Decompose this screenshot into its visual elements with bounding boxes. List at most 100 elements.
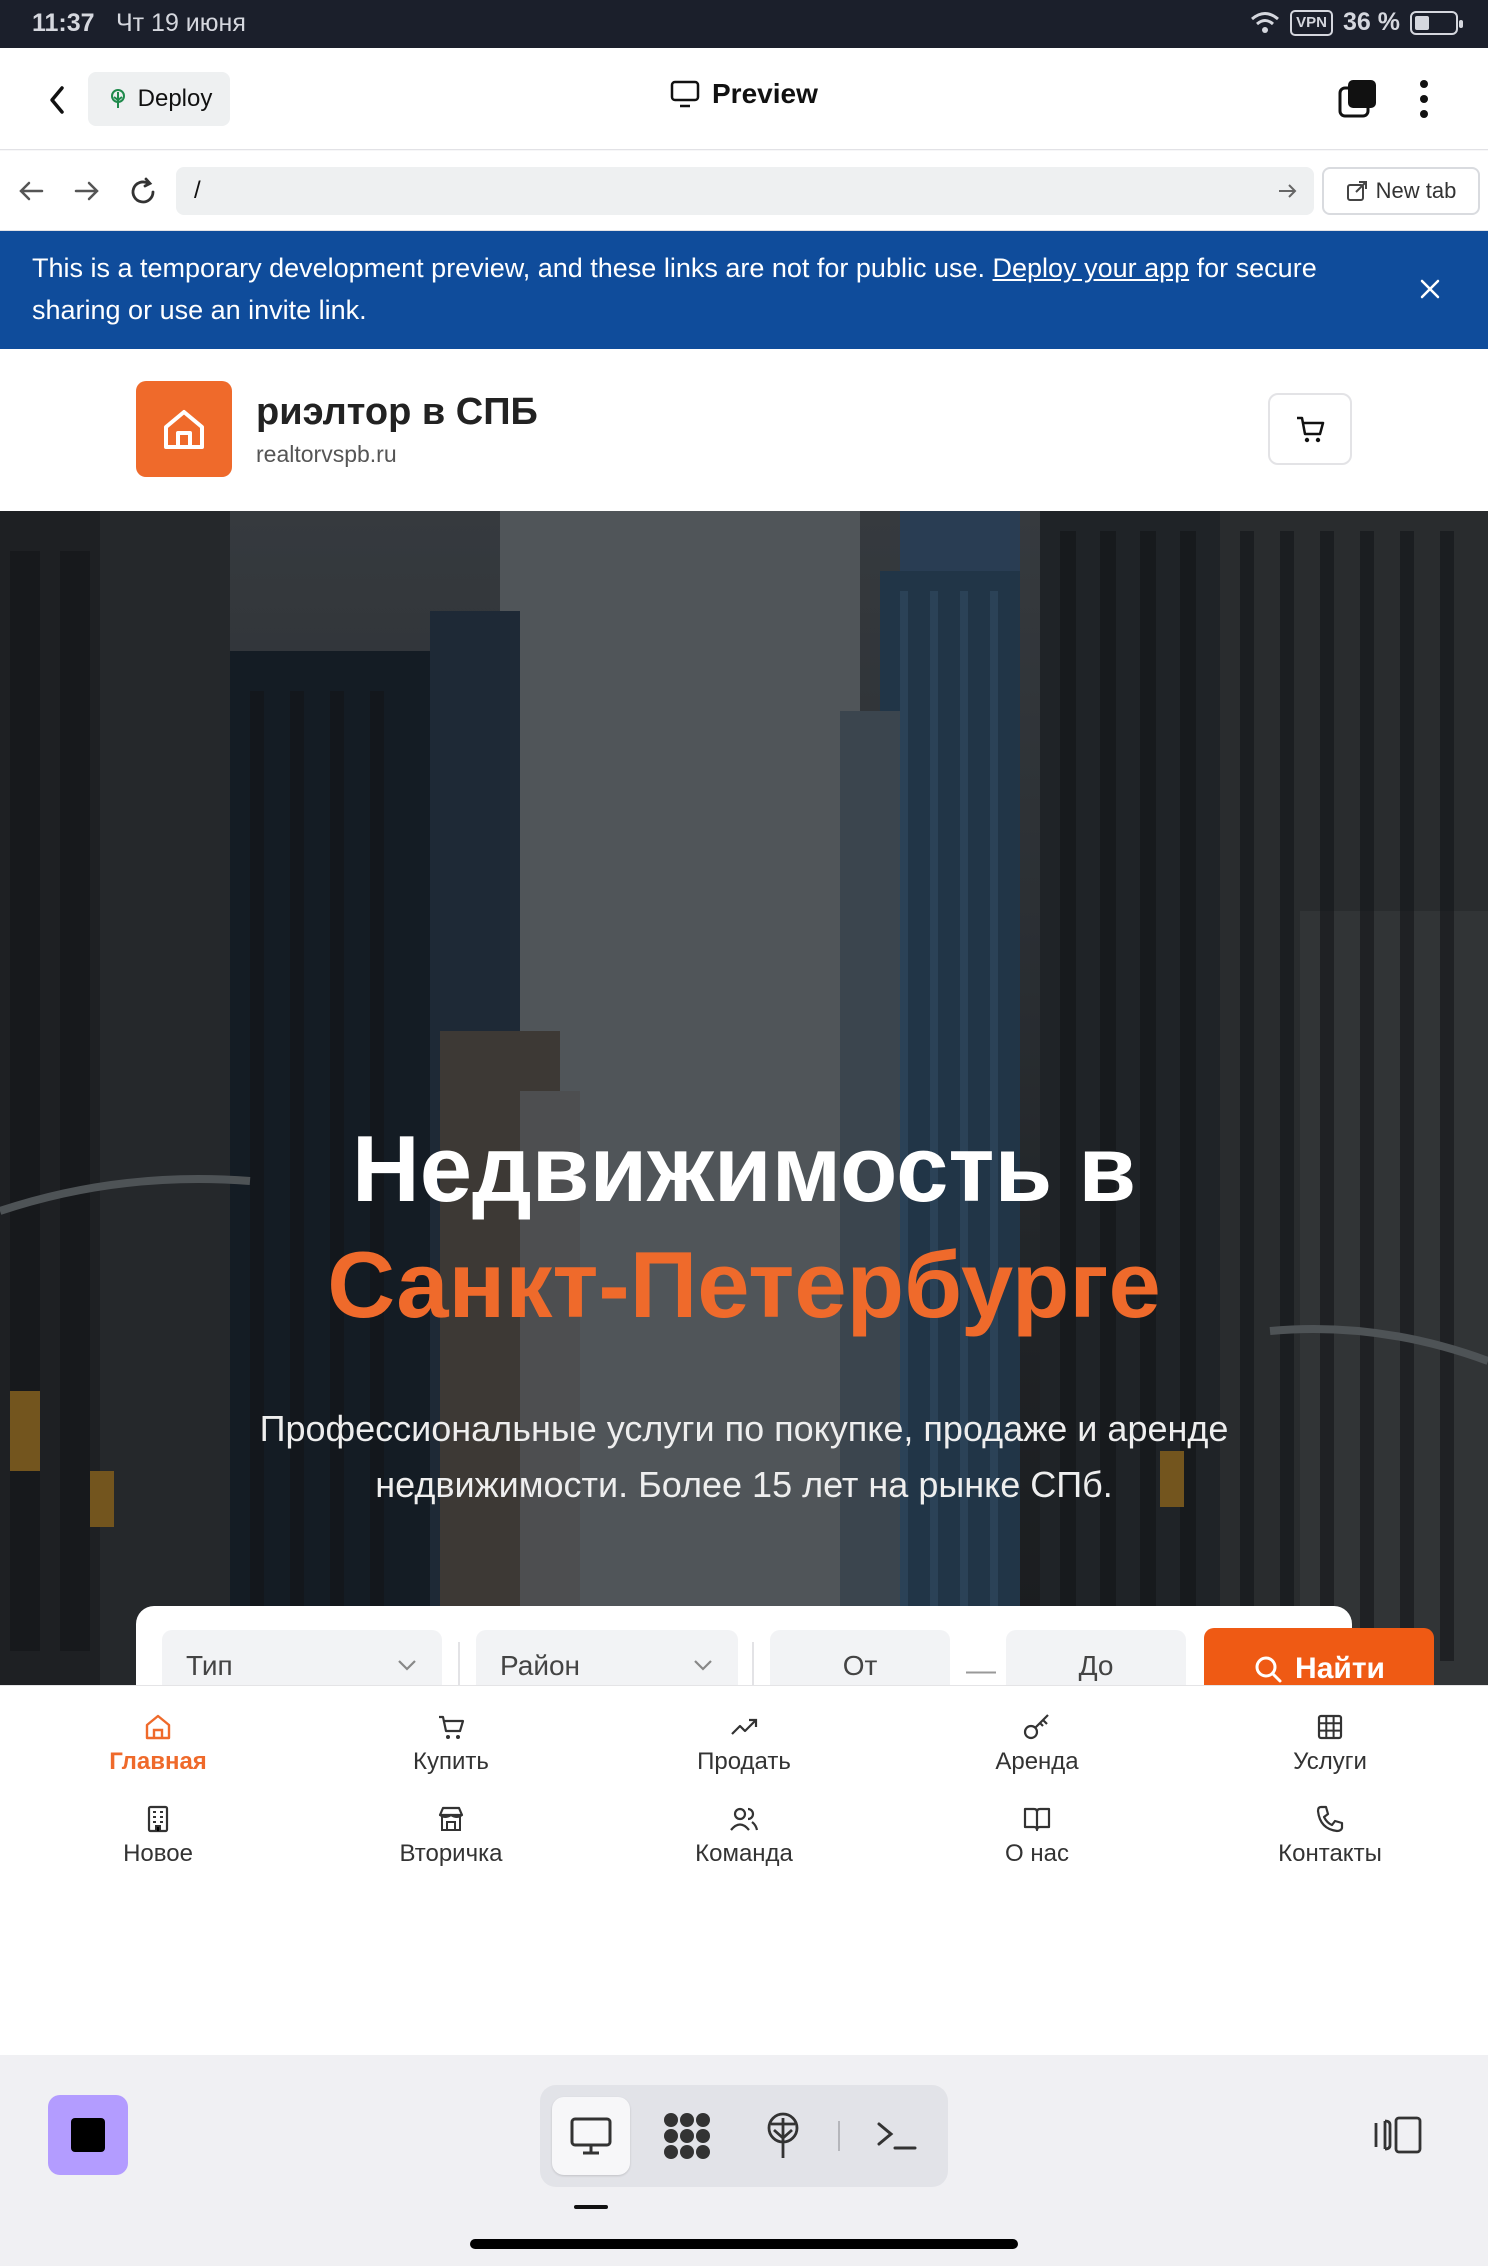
search-icon (1255, 1656, 1282, 1683)
status-indicators: VPN 36 % (1250, 8, 1463, 37)
browser-back-button[interactable] (16, 177, 46, 205)
stop-icon (71, 2118, 105, 2152)
home-icon (145, 1714, 171, 1740)
users-icon (730, 1807, 759, 1831)
district-select[interactable]: Район (476, 1630, 738, 1685)
price-from-input[interactable]: От (770, 1630, 950, 1685)
nav-item-new[interactable]: Новое (58, 1804, 258, 1868)
hero-subtitle: Профессиональные услуги по покупке, прод… (259, 1408, 1229, 1505)
url-input[interactable]: / (176, 167, 1314, 215)
nav-label: Команда (695, 1840, 793, 1867)
new-tab-label: New tab (1375, 178, 1457, 203)
cart-icon (439, 1715, 465, 1739)
price-to-input[interactable]: До (1006, 1630, 1186, 1685)
reload-button[interactable] (128, 177, 158, 207)
nav-item-team[interactable]: Команда (644, 1804, 844, 1868)
grid-icon (1317, 1714, 1343, 1740)
key-icon (1023, 1714, 1049, 1740)
nav-item-services[interactable]: Услуги (1230, 1712, 1430, 1776)
price-from-placeholder: От (842, 1650, 878, 1681)
home-icon (164, 410, 204, 449)
nav-item-buy[interactable]: Купить (351, 1712, 551, 1776)
banner-text: This is a temporary development preview,… (32, 253, 985, 283)
search-divider (752, 1642, 754, 1685)
building-icon (147, 1805, 169, 1833)
nav-label: Вторичка (399, 1840, 503, 1867)
deploy-button[interactable]: Deploy (88, 72, 230, 126)
back-button[interactable] (40, 80, 76, 120)
find-label: Найти (1295, 1652, 1385, 1685)
hero-title: Недвижимость в Санкт-Петербурге (0, 1111, 1488, 1343)
nav-label: Купить (413, 1748, 489, 1775)
battery-percent: 36 % (1343, 8, 1400, 36)
app-header: Deploy Preview (0, 48, 1488, 150)
price-to-placeholder: До (1078, 1650, 1114, 1681)
url-bar: / New tab (0, 151, 1488, 231)
cart-icon (1297, 416, 1325, 443)
home-indicator (470, 2239, 1018, 2249)
find-button[interactable]: Найти (1204, 1628, 1434, 1685)
new-tab-button[interactable]: New tab (1322, 167, 1480, 215)
search-divider (458, 1642, 460, 1685)
wifi-icon (1251, 11, 1280, 33)
nav-item-contacts[interactable]: Контакты (1230, 1804, 1430, 1868)
district-select-label: Район (500, 1650, 580, 1681)
hero-section: Недвижимость в Санкт-Петербурге Професси… (0, 511, 1488, 1685)
tabs-button[interactable] (1336, 78, 1378, 120)
shell-tool-button[interactable] (858, 2097, 936, 2175)
nav-label: Главная (109, 1748, 207, 1775)
deploy-label: Deploy (137, 85, 213, 112)
bottom-navigation: Главная Купить Продать Аренда Услуги Нов… (0, 1685, 1488, 2055)
hero-title-line1: Недвижимость в (351, 1116, 1137, 1221)
active-tool-indicator (574, 2205, 608, 2209)
type-select-label: Тип (186, 1650, 233, 1681)
monitor-icon (670, 80, 700, 108)
type-select[interactable]: Тип (162, 1630, 442, 1685)
vpn-badge: VPN (1290, 9, 1334, 36)
nav-label: Аренда (995, 1748, 1079, 1775)
store-icon (438, 1806, 464, 1831)
site-domain: realtorvspb.ru (256, 441, 397, 467)
banner-close-button[interactable] (1418, 277, 1442, 301)
status-bar: 11:37 Чт 19 июня VPN 36 % (0, 0, 1488, 48)
site-logo[interactable] (136, 381, 232, 477)
deploy-icon (767, 2112, 799, 2158)
chevron-down-icon (694, 1660, 712, 1671)
nav-item-rent[interactable]: Аренда (937, 1712, 1137, 1776)
status-time: 11:37 (32, 9, 95, 37)
dev-preview-banner: This is a temporary development preview,… (0, 231, 1488, 349)
stop-button[interactable] (48, 2095, 128, 2175)
nav-item-about[interactable]: О нас (937, 1804, 1137, 1868)
nav-item-home[interactable]: Главная (58, 1712, 258, 1776)
url-text: / (194, 177, 201, 204)
arrow-left-icon (19, 181, 44, 201)
nav-item-resale[interactable]: Вторичка (351, 1804, 551, 1868)
go-arrow-icon[interactable] (1276, 181, 1298, 201)
cart-button[interactable] (1268, 393, 1352, 465)
browser-forward-button[interactable] (72, 177, 102, 205)
search-form: Тип Район От — До Найти (136, 1606, 1434, 1685)
workspace-dock (0, 2055, 1488, 2266)
hero-title-accent: Санкт-Петербурге (327, 1232, 1161, 1337)
nav-label: Контакты (1278, 1840, 1382, 1867)
nav-item-sell[interactable]: Продать (644, 1712, 844, 1776)
deploy-your-app-link[interactable]: Deploy your app (993, 253, 1190, 283)
preview-tool-button[interactable] (552, 2097, 630, 2175)
nav-label: Новое (123, 1840, 193, 1867)
deploy-icon (110, 89, 125, 108)
status-date: Чт 19 июня (116, 9, 246, 37)
nav-label: Услуги (1293, 1748, 1367, 1775)
more-options-button[interactable] (1416, 78, 1432, 120)
tool-separator (838, 2121, 840, 2151)
deploy-tool-button[interactable] (744, 2097, 822, 2175)
trending-up-icon (731, 1718, 758, 1735)
site-header: риэлтор в СПБ realtorvspb.ru (0, 349, 1488, 511)
nav-label: О нас (1005, 1840, 1069, 1867)
tool-switcher (540, 2085, 948, 2187)
phone-icon (1316, 1805, 1344, 1833)
sidebar-toggle-icon (1374, 2116, 1422, 2154)
arrow-right-icon (74, 181, 99, 201)
packages-tool-button[interactable] (648, 2097, 726, 2175)
apps-grid-icon (664, 2113, 710, 2159)
panel-toggle-button[interactable] (1372, 2115, 1424, 2155)
